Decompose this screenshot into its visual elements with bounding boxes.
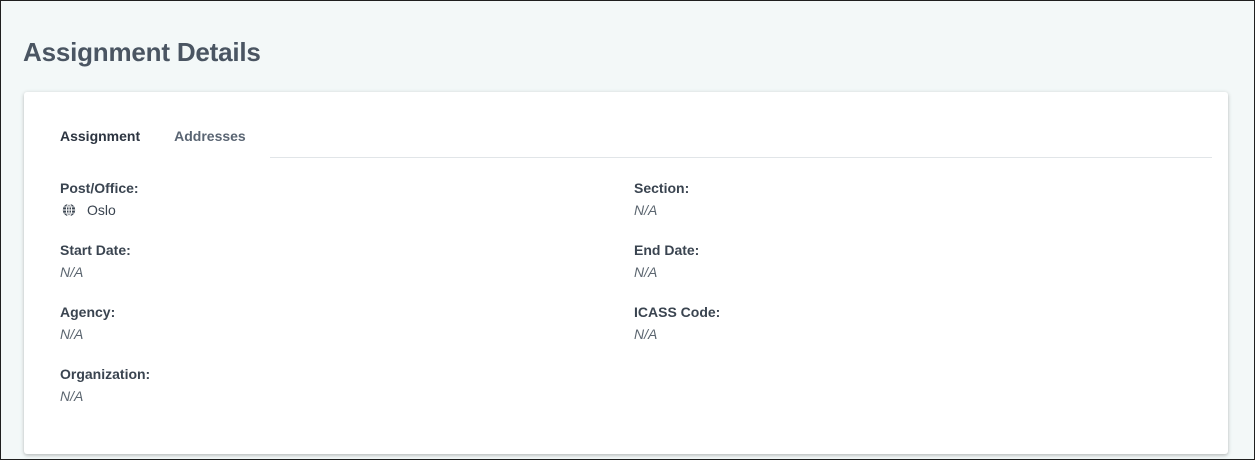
field-icass-code: ICASS Code: N/A [634,304,720,342]
section-label: Section: [634,180,690,196]
assignment-card: Assignment Addresses Post/Office: Oslo S… [24,92,1228,454]
app-frame: Assignment Details Assignment Addresses … [0,0,1255,460]
post-office-value: Oslo [87,202,116,218]
tab-assignment[interactable]: Assignment [60,128,140,144]
page-title: Assignment Details [23,37,261,67]
tab-bar: Assignment Addresses [60,128,246,144]
end-date-value: N/A [634,264,658,280]
start-date-label: Start Date: [60,242,131,258]
field-organization: Organization: N/A [60,366,150,404]
icass-code-label: ICASS Code: [634,304,721,320]
post-office-value-row: Oslo [60,202,139,218]
field-section: Section: N/A [634,180,689,218]
agency-value: N/A [60,326,84,342]
section-value: N/A [634,202,658,218]
field-agency: Agency: N/A [60,304,115,342]
field-post-office: Post/Office: Oslo [60,180,139,218]
agency-label: Agency: [60,304,116,320]
start-date-value: N/A [60,264,84,280]
end-date-label: End Date: [634,242,700,258]
organization-value: N/A [60,388,84,404]
field-start-date: Start Date: N/A [60,242,131,280]
tab-divider [270,157,1212,158]
post-office-label: Post/Office: [60,180,139,196]
globe-icon [62,203,76,217]
tab-addresses[interactable]: Addresses [174,128,246,144]
icass-code-value: N/A [634,326,658,342]
organization-label: Organization: [60,366,151,382]
field-end-date: End Date: N/A [634,242,699,280]
